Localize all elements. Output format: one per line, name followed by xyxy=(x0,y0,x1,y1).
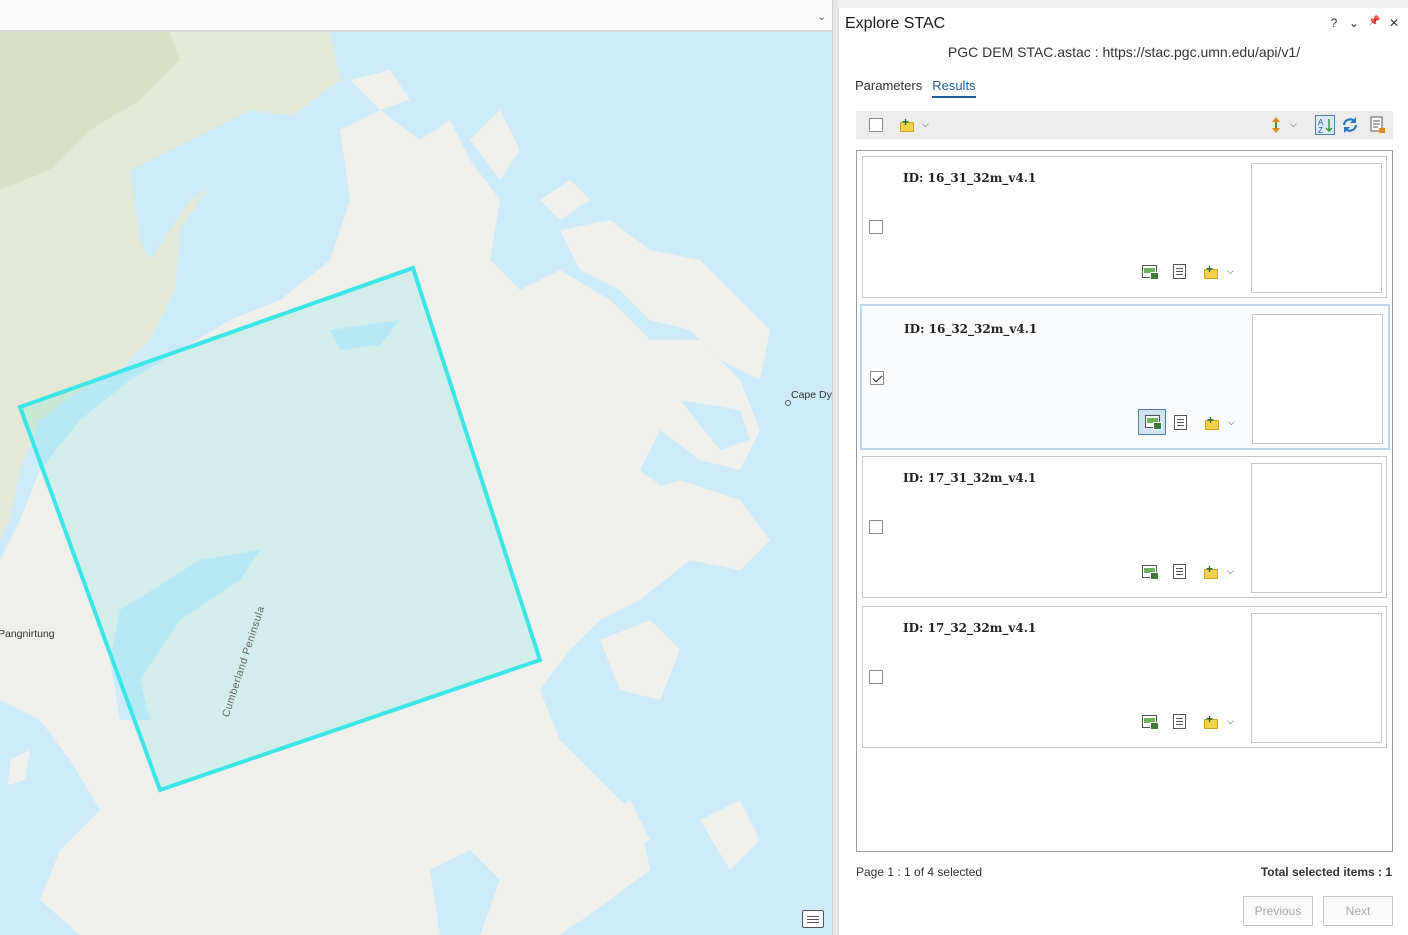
tab-parameters[interactable]: Parameters xyxy=(855,78,922,98)
add-layer-icon[interactable] xyxy=(1139,261,1161,283)
pane-title: Explore STAC xyxy=(845,15,946,32)
result-card[interactable]: ID: 16_31_32m_v4.1 + ⌵ xyxy=(862,156,1387,298)
results-toolbar: + ⌵ ⌵ AZ xyxy=(856,111,1393,139)
result-card[interactable]: ID: 16_32_32m_v4.1 + ⌵ xyxy=(860,304,1390,450)
tab-results[interactable]: Results xyxy=(932,78,976,98)
add-layer-icon[interactable] xyxy=(1139,561,1161,583)
map-canvas[interactable] xyxy=(0,32,832,935)
result-checkbox[interactable] xyxy=(870,371,884,385)
add-layer-icon[interactable] xyxy=(1138,409,1166,435)
result-card[interactable]: ID: 17_32_32m_v4.1 + ⌵ xyxy=(862,606,1387,748)
metadata-icon[interactable] xyxy=(1169,261,1191,283)
export-icon[interactable] xyxy=(1368,115,1388,133)
chevron-down-icon[interactable]: ⌵ xyxy=(922,119,929,130)
chevron-down-icon[interactable]: ⌵ xyxy=(1228,417,1235,428)
map-label-town: Pangnirtung xyxy=(0,628,55,640)
metadata-icon[interactable] xyxy=(1170,412,1192,434)
sort-order-icon[interactable] xyxy=(1266,115,1286,133)
stac-source-label: PGC DEM STAC.astac : https://stac.pgc.um… xyxy=(947,44,1301,60)
explore-stac-pane: Explore STAC ? ⌄ 📌 ✕ PGC DEM STAC.astac … xyxy=(838,8,1408,935)
result-checkbox[interactable] xyxy=(869,220,883,234)
page-status: Page 1 : 1 of 4 selected xyxy=(856,865,983,879)
next-button[interactable]: Next xyxy=(1323,896,1393,926)
thumbnail xyxy=(1251,613,1382,743)
close-icon[interactable]: ✕ xyxy=(1388,16,1400,30)
thumbnail xyxy=(1251,163,1382,293)
result-card[interactable]: ID: 17_31_32m_v4.1 + ⌵ xyxy=(862,456,1387,598)
results-list[interactable]: ID: 16_31_32m_v4.1 + ⌵ ID: 16_32_32m_v4.… xyxy=(856,150,1393,852)
tab-bar: Parameters Results xyxy=(855,78,976,98)
select-all-checkbox[interactable] xyxy=(869,118,883,132)
add-to-map-icon[interactable]: + xyxy=(1204,414,1220,431)
result-id: ID: 16_32_32m_v4.1 xyxy=(904,322,1038,336)
help-icon[interactable]: ? xyxy=(1328,16,1340,30)
pane-controls: ? ⌄ 📌 ✕ xyxy=(1328,16,1400,30)
basemap xyxy=(0,32,832,935)
result-id: ID: 17_31_32m_v4.1 xyxy=(903,471,1037,485)
chevron-down-icon[interactable]: ⌵ xyxy=(1227,566,1234,577)
add-to-map-icon[interactable]: + xyxy=(899,116,915,133)
sort-az-icon[interactable]: AZ xyxy=(1315,115,1335,135)
chevron-down-icon[interactable]: ⌵ xyxy=(1227,716,1234,727)
metadata-icon[interactable] xyxy=(1169,711,1191,733)
pin-icon[interactable]: 📌 xyxy=(1368,16,1380,30)
chevron-down-icon[interactable]: ⌄ xyxy=(818,12,826,23)
result-checkbox[interactable] xyxy=(869,520,883,534)
map-view[interactable]: ⌄ Cape Dy Pangnirtung Cumberland Peninsu… xyxy=(0,0,832,935)
add-to-map-icon[interactable]: + xyxy=(1203,713,1219,730)
map-topbar: ⌄ xyxy=(0,0,832,32)
refresh-icon[interactable] xyxy=(1340,115,1360,133)
map-legend-button[interactable] xyxy=(802,910,824,928)
chevron-down-icon[interactable]: ⌵ xyxy=(1290,119,1297,130)
add-to-map-icon[interactable]: + xyxy=(1203,263,1219,280)
result-id: ID: 16_31_32m_v4.1 xyxy=(903,171,1037,185)
chevron-down-icon[interactable]: ⌵ xyxy=(1227,266,1234,277)
add-to-map-icon[interactable]: + xyxy=(1203,563,1219,580)
result-id: ID: 17_32_32m_v4.1 xyxy=(903,621,1037,635)
result-checkbox[interactable] xyxy=(869,670,883,684)
add-layer-icon[interactable] xyxy=(1139,711,1161,733)
previous-button[interactable]: Previous xyxy=(1243,896,1313,926)
map-label-cape: Cape Dy xyxy=(791,389,832,401)
thumbnail xyxy=(1251,463,1382,593)
thumbnail xyxy=(1252,314,1383,444)
metadata-icon[interactable] xyxy=(1169,561,1191,583)
svg-text:Z: Z xyxy=(1318,126,1323,134)
total-selected: Total selected items : 1 xyxy=(1260,865,1392,879)
chevron-down-icon[interactable]: ⌄ xyxy=(1348,16,1360,30)
